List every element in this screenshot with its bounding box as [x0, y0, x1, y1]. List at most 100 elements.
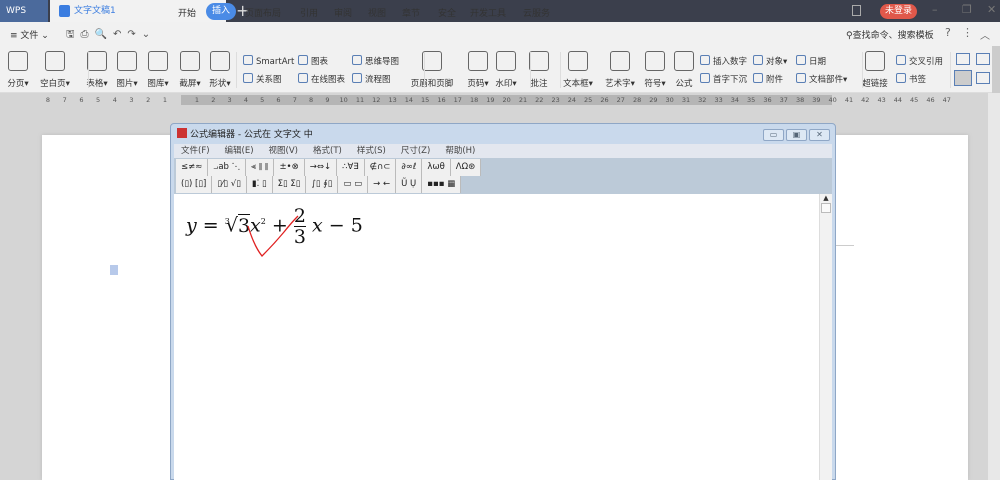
ribbon-small-label: 思维导图	[365, 57, 400, 67]
tab-9[interactable]: 云服务	[523, 6, 550, 19]
ribbon-small-button-10[interactable]: 日期	[796, 55, 826, 67]
ribbon-small-button-7[interactable]: 首字下沉	[700, 73, 747, 85]
window-layout-icon[interactable]	[852, 5, 861, 16]
scroll-thumb[interactable]	[821, 203, 831, 213]
tab-8[interactable]: 开发工具	[470, 6, 506, 19]
eq-menu-item[interactable]: 尺寸(Z)	[401, 146, 430, 156]
ribbon-small-button-4[interactable]: 思维导图	[352, 55, 399, 67]
ribbon-small-button-13[interactable]: 书签	[896, 73, 926, 85]
ribbon-small-button-2[interactable]: 图表	[298, 55, 328, 67]
ribbon-button-9[interactable]: 水印▾	[488, 51, 524, 89]
page-frame-icon[interactable]	[954, 70, 972, 86]
tab-0[interactable]: 开始	[178, 6, 196, 19]
ruler-number: 46	[926, 96, 935, 104]
eq-menu-item[interactable]: 文件(F)	[181, 146, 210, 156]
equation-toolbar: ≤≠≈ ⨼ab ⋱ ⫷ ⦀ ⦀ ±•⊗ →⇔↓ ∴∀∃ ∉∩⊂ ∂∞ℓ λωθ ΛΩ⊛ (▯) […	[174, 158, 832, 194]
login-button[interactable]: 未登录	[880, 4, 917, 19]
eq-menu-item[interactable]: 视图(V)	[269, 146, 298, 156]
ribbon-small-button-0[interactable]: SmartArt	[243, 55, 294, 67]
scroll-up-icon[interactable]: ▲	[820, 194, 832, 202]
eq-template-palette[interactable]: ⨼ab ⋱	[208, 159, 247, 176]
eq-menu-item[interactable]: 帮助(H)	[445, 146, 475, 156]
ribbon-button-7[interactable]: 页眉和页脚	[404, 51, 460, 89]
ribbon-small-label: 关系图	[256, 75, 282, 85]
ribbon-small-button-6[interactable]: 插入数字	[700, 55, 747, 67]
ribbon-button-13[interactable]: 符号▾	[637, 51, 673, 89]
tab-4[interactable]: 审阅	[334, 6, 352, 19]
eq-maximize-button[interactable]: ▣	[786, 129, 807, 141]
eq-template-palette[interactable]: ⫷ ⦀ ⦀	[246, 159, 275, 176]
equation-canvas[interactable]: y = 3√3x2 + 23 x − 5	[174, 194, 819, 480]
ribbon-small-button-12[interactable]: 交叉引用	[896, 55, 943, 67]
paragraph-layout-icon[interactable]	[110, 265, 118, 275]
eq-menu-item[interactable]: 样式(S)	[357, 146, 386, 156]
ribbon-small-button-8[interactable]: 对象▾	[753, 55, 787, 67]
eq-template-palette[interactable]: ∂∞ℓ	[396, 159, 423, 176]
eq-close-button[interactable]: ✕	[809, 129, 830, 141]
eq-template-palette[interactable]: ▪▪▪ ▦	[422, 176, 462, 193]
tab-7[interactable]: 安全	[438, 6, 456, 19]
eq-template-palette[interactable]: ≤≠≈	[176, 159, 209, 176]
ribbon-scroll-right[interactable]	[992, 46, 1000, 93]
eq-minimize-button[interactable]: ▭	[763, 129, 784, 141]
eq-template-palette[interactable]: ΛΩ⊛	[451, 159, 482, 176]
tab-6[interactable]: 章节	[402, 6, 420, 19]
eq-template-palette[interactable]: λωθ	[422, 159, 451, 176]
eq-template-palette[interactable]: →⇔↓	[305, 159, 338, 176]
eq-template-palette[interactable]: ▭ ▭	[338, 176, 369, 193]
eq-template-palette[interactable]: Ũ Ụ	[396, 176, 423, 193]
tab-3[interactable]: 引用	[300, 6, 318, 19]
wps-home-tab[interactable]: WPS	[0, 0, 48, 22]
tab-insert[interactable]: 插入	[206, 3, 236, 20]
tab-2[interactable]: 页面布局	[245, 6, 281, 19]
eq-template-palette[interactable]: (▯) [▯]	[176, 176, 213, 193]
check-view-icon[interactable]	[976, 53, 990, 65]
ribbon-small-icon	[298, 73, 308, 83]
eq-template-palette[interactable]: ±•⊗	[274, 159, 305, 176]
ruler-number: 17	[453, 96, 462, 104]
vertical-ruler[interactable]	[0, 107, 15, 480]
ribbon-small-icon	[298, 55, 308, 65]
ribbon-button-0[interactable]: 分页▾	[0, 51, 36, 89]
ribbon-button-14[interactable]: 公式	[671, 51, 697, 89]
search-command[interactable]: ⚲查找命令、搜索模板	[846, 28, 934, 41]
ribbon-label: 公式	[675, 79, 693, 89]
ribbon-separator	[862, 52, 863, 88]
restore-icon[interactable]: ❐	[962, 3, 972, 16]
ribbon-button-6[interactable]: 形状▾	[202, 51, 238, 89]
eq-template-palette[interactable]: → ←	[368, 176, 397, 193]
ruler-number: 34	[730, 96, 740, 104]
view-icon[interactable]	[956, 53, 970, 65]
undo-view-icon[interactable]	[976, 72, 990, 84]
ribbon-small-button-9[interactable]: 附件	[753, 73, 783, 85]
ribbon-icon-11	[568, 51, 588, 71]
ribbon-small-button-5[interactable]: 流程图	[352, 73, 391, 85]
vertical-scrollbar[interactable]	[988, 93, 1000, 480]
ribbon-small-button-11[interactable]: 文档部件▾	[796, 73, 847, 85]
eq-template-palette[interactable]: ∫▯ ∮▯	[306, 176, 339, 193]
ribbon-small-button-3[interactable]: 在线图表	[298, 73, 345, 85]
equation-scrollbar[interactable]: ▲	[819, 194, 832, 480]
document-icon	[59, 5, 70, 17]
ribbon-button-11[interactable]: 文本框▾	[555, 51, 601, 89]
ribbon-button-4[interactable]: 图库▾	[140, 51, 176, 89]
document-tab[interactable]: 文字文稿1	[50, 0, 226, 22]
eq-template-palette[interactable]: Σ▯ Σ▯	[273, 176, 307, 193]
eq-template-palette[interactable]: ▮⁚ ▯	[247, 176, 273, 193]
minimize-icon[interactable]: –	[932, 3, 938, 16]
close-icon[interactable]: ✕	[987, 3, 996, 16]
file-menu[interactable]: ≡ 文件 ⌄	[10, 28, 49, 41]
collapse-ribbon-button[interactable]: ︿	[980, 27, 990, 42]
eq-template-palette[interactable]: ∴∀∃	[337, 159, 365, 176]
quick-access-toolbar[interactable]: 🖫⎙🔍↶↷⌄	[66, 27, 156, 44]
eq-template-palette[interactable]: ∉∩⊂	[365, 159, 397, 176]
ribbon-button-1[interactable]: 空白页▾	[32, 51, 78, 89]
eq-template-palette[interactable]: ▯⁄▯ √▯	[212, 176, 247, 193]
eq-menu-item[interactable]: 格式(T)	[313, 146, 342, 156]
more-button[interactable]: ⋮	[962, 26, 973, 39]
ribbon-small-icon	[796, 55, 806, 65]
eq-menu-item[interactable]: 编辑(E)	[225, 146, 254, 156]
help-button[interactable]: ?	[945, 26, 951, 39]
tab-5[interactable]: 视图	[368, 6, 386, 19]
ribbon-small-button-1[interactable]: 关系图	[243, 73, 282, 85]
